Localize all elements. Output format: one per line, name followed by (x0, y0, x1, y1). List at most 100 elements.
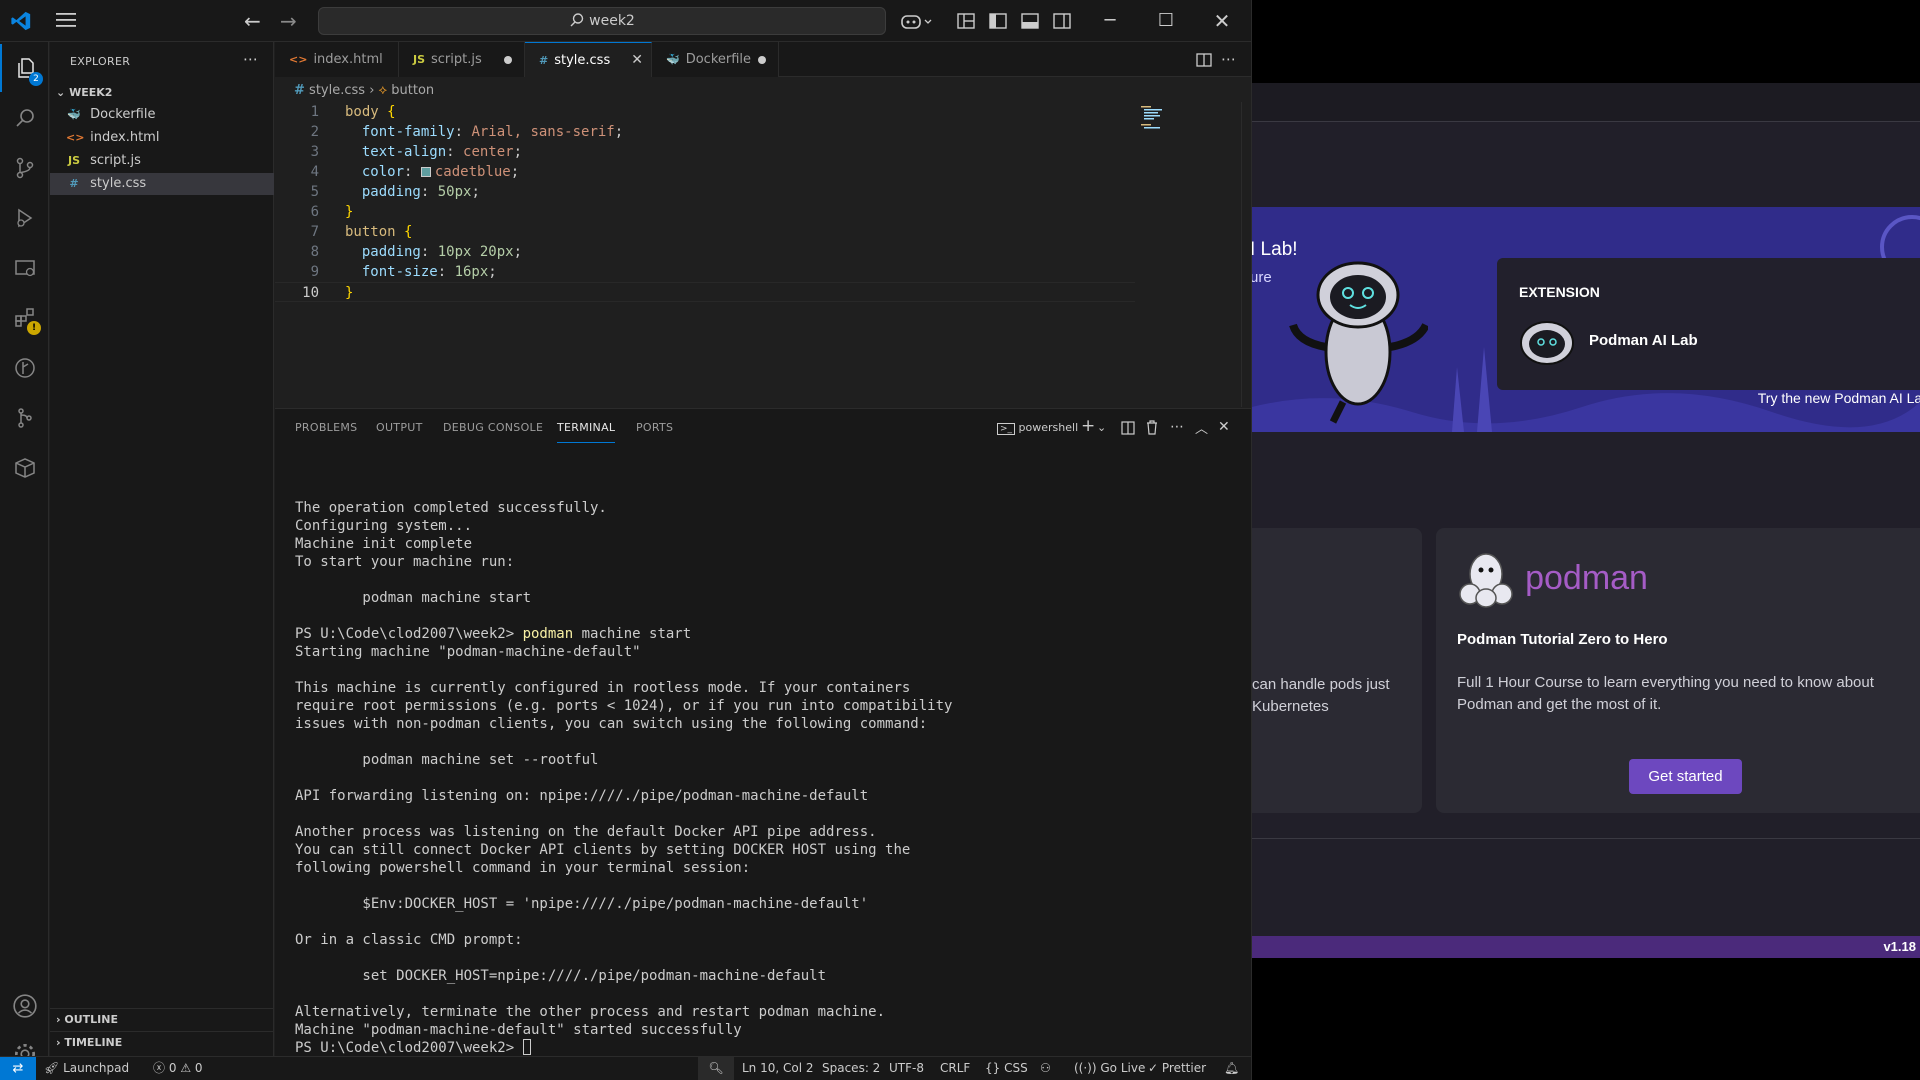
code-line[interactable]: 2 font-family: Arial, sans-serif; (275, 122, 1135, 142)
more-actions-icon[interactable]: ⋯ (1221, 50, 1236, 68)
copilot-icon[interactable] (900, 11, 934, 31)
maximize-icon[interactable]: ☐ (1143, 0, 1189, 42)
copilot-status-icon[interactable]: ⚇ (1040, 1057, 1051, 1080)
tab-dockerfile[interactable]: 🐳 Dockerfile (652, 42, 779, 77)
code-text[interactable]: button { (345, 224, 412, 240)
cursor-position[interactable]: Ln 10, Col 2 (742, 1057, 814, 1080)
code-line[interactable]: 7 button { (275, 222, 1135, 242)
tab-label: Dockerfile (685, 52, 752, 67)
split-terminal-icon[interactable] (1121, 421, 1135, 435)
maximize-panel-icon[interactable]: ︿ (1195, 418, 1208, 437)
close-tab-icon[interactable]: ✕ (631, 43, 643, 78)
code-text[interactable]: padding: 50px; (345, 184, 480, 200)
outline-section[interactable]: › OUTLINE (50, 1008, 274, 1030)
go-live-item[interactable]: ((·)) Go Live (1074, 1057, 1145, 1080)
workspace-folder[interactable]: ⌄ WEEK2 (50, 82, 274, 104)
learning-card-kubernetes[interactable]: can handle pods just Kubernetes (1252, 528, 1422, 813)
code-line[interactable]: 3 text-align: center; (275, 142, 1135, 162)
split-editor-icon[interactable] (1196, 52, 1212, 68)
close-window-icon[interactable]: ✕ (1199, 0, 1245, 42)
learning-card-tutorial[interactable]: podman Podman Tutorial Zero to Hero Full… (1436, 528, 1920, 813)
tab-style-css[interactable]: # style.css ✕ (525, 42, 652, 77)
zoom-icon[interactable]: 🔍︎ (698, 1057, 734, 1080)
back-arrow-icon[interactable]: ← (244, 9, 261, 33)
extensions-activity[interactable]: ! (0, 294, 49, 342)
forward-arrow-icon[interactable]: → (280, 9, 297, 33)
breadcrumb-symbol[interactable]: button (391, 83, 434, 98)
source-control-activity[interactable] (0, 144, 49, 192)
unsaved-dot-icon[interactable] (758, 56, 766, 64)
tab-problems[interactable]: PROBLEMS (295, 421, 357, 443)
language-mode[interactable]: {} CSS (985, 1057, 1028, 1080)
run-debug-activity[interactable] (0, 194, 49, 242)
timeline-section[interactable]: › TIMELINE (50, 1031, 274, 1053)
minimize-icon[interactable]: ─ (1087, 0, 1133, 42)
containers-activity[interactable] (0, 444, 49, 492)
code-line[interactable]: 4 color: cadetblue; (275, 162, 1135, 182)
code-text[interactable]: } (345, 285, 353, 301)
toggle-primary-sidebar-icon[interactable] (988, 11, 1008, 31)
code-text[interactable]: font-family: Arial, sans-serif; (345, 124, 623, 140)
code-text[interactable]: padding: 10px 20px; (345, 244, 522, 260)
code-line[interactable]: 9 font-size: 16px; (275, 262, 1135, 282)
remote-explorer-activity[interactable] (0, 244, 49, 292)
code-line[interactable]: 10} (275, 282, 1135, 302)
menu-icon[interactable] (56, 12, 78, 28)
code-text[interactable]: font-size: 16px; (345, 264, 497, 280)
new-terminal-icon[interactable]: + (1081, 416, 1095, 436)
tab-script-js[interactable]: JS script.js (399, 42, 525, 77)
terminal-shell-selector[interactable]: >_ powershell (997, 421, 1078, 435)
tab-ports[interactable]: PORTS (636, 421, 673, 443)
code-editor[interactable]: 1 body {2 font-family: Arial, sans-serif;… (275, 102, 1251, 407)
minimap[interactable] (1135, 102, 1235, 407)
code-text[interactable]: color: cadetblue; (345, 164, 519, 180)
breadcrumb-file[interactable]: style.css (309, 83, 365, 98)
launchpad-item[interactable]: 🚀︎ Launchpad (44, 1057, 129, 1080)
extension-card[interactable]: EXTENSION Podman AI Lab (1497, 258, 1920, 390)
search-activity[interactable] (0, 94, 49, 142)
toggle-panel-icon[interactable] (1020, 11, 1040, 31)
get-started-button[interactable]: Get started (1629, 759, 1742, 794)
unsaved-dot-icon[interactable] (504, 56, 512, 64)
code-line[interactable]: 5 padding: 50px; (275, 182, 1135, 202)
code-line[interactable]: 1 body { (275, 102, 1135, 122)
file-item-script-js[interactable]: JS script.js (50, 150, 274, 172)
ai-lab-banner[interactable]: I Lab! ure EXTENSION Podman AI Lab Try t… (1252, 207, 1920, 432)
trash-icon[interactable] (1145, 420, 1159, 435)
git-graph-activity[interactable] (0, 394, 49, 442)
more-actions-icon[interactable]: ⋯ (243, 50, 258, 68)
code-text[interactable]: body { (345, 104, 396, 120)
encoding[interactable]: UTF-8 (889, 1057, 924, 1080)
prettier-item[interactable]: ✓ Prettier (1148, 1057, 1206, 1080)
file-item-style-css[interactable]: # style.css (50, 173, 274, 195)
problems-status[interactable]: ⓧ 0 ⚠ 0 (153, 1057, 203, 1080)
remote-indicator-icon[interactable]: ⇄ (0, 1057, 36, 1080)
terminal-line: PS U:\Code\clod2007\week2> (295, 1039, 1235, 1057)
customize-layout-icon[interactable] (956, 11, 976, 31)
notifications-bell-icon[interactable]: 🔔︎ (1224, 1057, 1239, 1080)
explorer-activity[interactable]: 2 (0, 44, 49, 92)
command-center-search[interactable]: week2 (318, 7, 886, 35)
tab-terminal[interactable]: TERMINAL (557, 421, 616, 443)
close-panel-icon[interactable]: ✕ (1218, 419, 1230, 435)
code-line[interactable]: 6} (275, 202, 1135, 222)
chevron-down-icon[interactable]: ⌄ (1097, 421, 1106, 434)
file-item-index-html[interactable]: <> index.html (50, 127, 274, 149)
banner-cta-text[interactable]: Try the new Podman AI Lab (1758, 390, 1920, 406)
toggle-secondary-sidebar-icon[interactable] (1052, 11, 1072, 31)
tab-debug-console[interactable]: DEBUG CONSOLE (443, 421, 543, 443)
code-text[interactable]: } (345, 204, 353, 220)
gitlens-activity[interactable] (0, 344, 49, 392)
terminal-output[interactable]: The operation completed successfully. Con… (295, 481, 1235, 1057)
tab-output[interactable]: OUTPUT (376, 421, 423, 443)
accounts-activity[interactable] (0, 982, 49, 1030)
file-item-dockerfile[interactable]: 🐳 Dockerfile (50, 104, 274, 126)
editor-scrollbar[interactable] (1241, 102, 1251, 407)
indentation[interactable]: Spaces: 2 (822, 1057, 880, 1080)
code-line[interactable]: 8 padding: 10px 20px; (275, 242, 1135, 262)
tab-index-html[interactable]: <> index.html (275, 42, 399, 77)
more-actions-icon[interactable]: ⋯ (1170, 419, 1184, 435)
code-text[interactable]: text-align: center; (345, 144, 522, 160)
css-icon: # (294, 83, 305, 98)
end-of-line[interactable]: CRLF (940, 1057, 970, 1080)
